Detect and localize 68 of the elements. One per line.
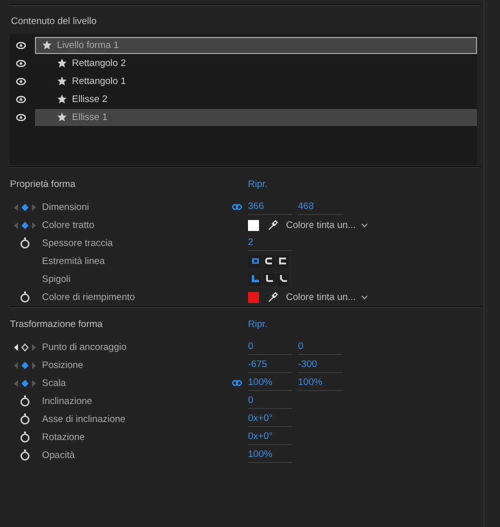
section-title: Proprietà forma <box>9 178 76 190</box>
value-field[interactable]: 100% <box>298 375 342 391</box>
link-icon[interactable] <box>232 204 242 210</box>
eye-icon[interactable] <box>16 96 26 102</box>
color-type-dropdown[interactable]: Colore tinta un... <box>286 292 368 302</box>
property-label: Estremità linea <box>42 256 106 266</box>
stopwatch-icon[interactable] <box>20 291 30 303</box>
color-swatch[interactable] <box>248 292 259 302</box>
property-label: Opacità <box>42 450 76 460</box>
stopwatch-icon[interactable] <box>20 449 30 461</box>
eye-icon[interactable] <box>16 60 26 66</box>
property-label: Dimensioni <box>42 202 90 212</box>
value-field[interactable]: 100% <box>248 447 292 463</box>
stopwatch-icon[interactable] <box>20 413 30 425</box>
property-label: Spigoli <box>42 274 72 284</box>
property-label: Scala <box>42 378 67 388</box>
value-field[interactable]: 0 <box>298 339 342 355</box>
layer-item[interactable]: Ellisse 1 <box>35 108 477 126</box>
property-label: Inclinazione <box>42 396 94 406</box>
value-field[interactable]: 366 <box>248 199 292 215</box>
value-field[interactable]: 2 <box>248 235 292 251</box>
line-cap-button[interactable] <box>262 254 275 268</box>
property-label: Rotazione <box>42 432 86 442</box>
star-icon <box>57 94 67 104</box>
value-field[interactable]: -675 <box>248 357 292 373</box>
property-label: Asse di inclinazione <box>42 414 126 424</box>
star-icon <box>57 58 67 68</box>
reset-link[interactable]: Ripr. <box>248 178 268 190</box>
stopwatch-icon[interactable] <box>20 431 30 443</box>
section-title: Contenuto del livello <box>10 15 98 29</box>
star-icon <box>57 76 67 86</box>
value-field[interactable]: 0x+0° <box>248 429 292 445</box>
chevron-icon <box>360 294 368 300</box>
keyframe-navigator-icon[interactable] <box>13 342 37 352</box>
eyedropper-icon[interactable] <box>267 292 278 302</box>
layer-item[interactable]: Ellisse 2 <box>35 90 477 108</box>
layer-item[interactable]: Livello forma 1 <box>35 36 477 54</box>
property-label: Colore tratto <box>42 220 96 230</box>
value-field[interactable]: 0x+0° <box>248 411 292 427</box>
link-icon[interactable] <box>232 380 242 386</box>
property-label: Spessore traccia <box>42 238 114 248</box>
value-field[interactable]: 100% <box>248 375 292 391</box>
eyedropper-icon[interactable] <box>267 220 278 230</box>
line-cap-icon <box>250 256 260 266</box>
reset-link[interactable]: Ripr. <box>248 318 268 330</box>
value-field[interactable]: 0 <box>248 393 292 409</box>
eye-icon[interactable] <box>16 42 26 48</box>
property-label: Colore di riempimento <box>42 292 136 302</box>
color-type-dropdown[interactable]: Colore tinta un... <box>286 220 368 230</box>
section-title: Trasformazione forma <box>9 318 104 330</box>
layer-item[interactable]: Rettangolo 1 <box>35 72 477 90</box>
star-icon <box>57 112 67 122</box>
line-cap-button[interactable] <box>276 254 289 268</box>
eye-icon[interactable] <box>16 78 26 84</box>
corner-button[interactable] <box>262 272 275 286</box>
layer-item[interactable]: Rettangolo 2 <box>35 54 477 72</box>
property-label: Punto di ancoraggio <box>42 342 128 352</box>
color-swatch[interactable] <box>248 220 259 230</box>
value-field[interactable]: -300 <box>298 357 342 373</box>
property-label: Posizione <box>42 360 84 370</box>
eye-icon[interactable] <box>16 114 26 120</box>
chevron-icon <box>360 222 368 228</box>
value-field[interactable]: 468 <box>298 199 342 215</box>
value-field[interactable]: 0 <box>248 339 292 355</box>
stopwatch-icon[interactable] <box>20 395 30 407</box>
star-icon <box>42 40 52 50</box>
stopwatch-icon[interactable] <box>20 237 30 249</box>
corner-button[interactable] <box>276 272 289 286</box>
